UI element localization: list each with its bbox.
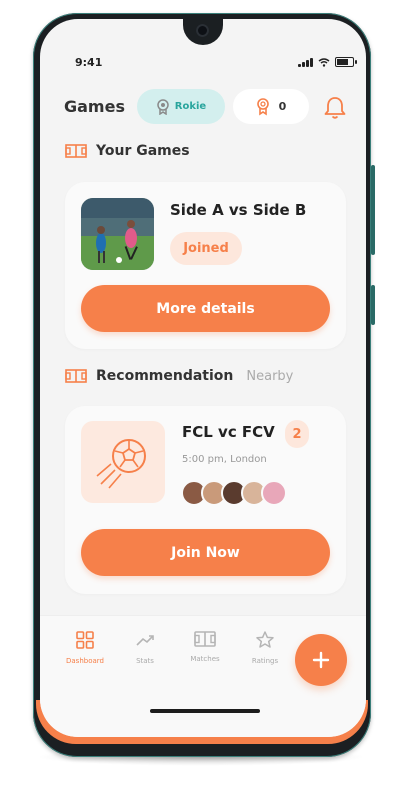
app-screen: 9:41 Games Rokie 0 Your Games Side A vs …	[40, 19, 366, 737]
bottom-nav: Dashboard Stats Matches Ratings	[40, 615, 366, 737]
game-title: Side A vs Side B	[170, 201, 307, 219]
status-icons	[298, 57, 357, 67]
home-indicator	[150, 709, 260, 713]
your-games-label: Your Games	[96, 143, 190, 159]
medal-count: 0	[278, 100, 287, 113]
more-details-button[interactable]: More details	[81, 285, 330, 332]
nav-label: Dashboard	[66, 657, 104, 665]
recommendation-heading: Recommendation Nearby	[65, 368, 293, 384]
game-photo	[81, 198, 154, 270]
bell-icon[interactable]	[323, 95, 347, 121]
medal-pill[interactable]: 0	[233, 89, 309, 124]
player-count-badge: 2	[285, 420, 309, 448]
join-now-button[interactable]: Join Now	[81, 529, 330, 576]
nav-label: Matches	[190, 655, 220, 663]
trend-icon	[136, 635, 154, 646]
avatar	[261, 480, 287, 506]
nav-item-stats[interactable]: Stats	[115, 630, 175, 665]
wifi-icon	[318, 58, 330, 67]
volume-button	[371, 165, 375, 255]
signal-icon	[298, 58, 313, 67]
recommendation-label: Recommendation	[96, 368, 234, 384]
rank-pill[interactable]: Rokie	[137, 89, 225, 124]
player-avatars	[181, 480, 287, 506]
rank-label: Rokie	[174, 101, 207, 112]
nav-item-dashboard[interactable]: Dashboard	[55, 630, 115, 665]
award-icon	[256, 97, 269, 115]
pitch-icon	[194, 631, 216, 647]
plus-icon	[312, 651, 330, 669]
medal-icon	[157, 98, 169, 115]
nav-item-matches[interactable]: Matches	[175, 630, 235, 663]
power-button	[371, 285, 375, 325]
pitch-icon	[65, 144, 87, 158]
star-icon	[256, 631, 274, 648]
your-game-card[interactable]: Side A vs Side B Joined More details	[65, 182, 346, 349]
recommendation-card[interactable]: FCL vc FCV 2 5:00 pm, London Join Now	[65, 406, 346, 594]
nav-label: Stats	[136, 657, 154, 665]
match-meta: 5:00 pm, London	[182, 454, 267, 465]
football-icon	[96, 439, 146, 489]
status-badge: Joined	[170, 232, 242, 265]
football-tile	[81, 421, 165, 503]
your-games-heading: Your Games	[65, 143, 190, 159]
nav-item-ratings[interactable]: Ratings	[235, 630, 295, 665]
grid-icon	[76, 631, 94, 649]
nav-label: Ratings	[251, 657, 279, 665]
match-title: FCL vc FCV	[182, 423, 275, 441]
pitch-icon	[65, 369, 87, 383]
page-title: Games	[64, 97, 125, 116]
battery-icon	[335, 57, 357, 67]
add-game-button[interactable]	[295, 634, 347, 686]
nearby-filter[interactable]: Nearby	[246, 369, 293, 384]
status-time: 9:41	[75, 56, 103, 69]
camera	[196, 24, 209, 37]
